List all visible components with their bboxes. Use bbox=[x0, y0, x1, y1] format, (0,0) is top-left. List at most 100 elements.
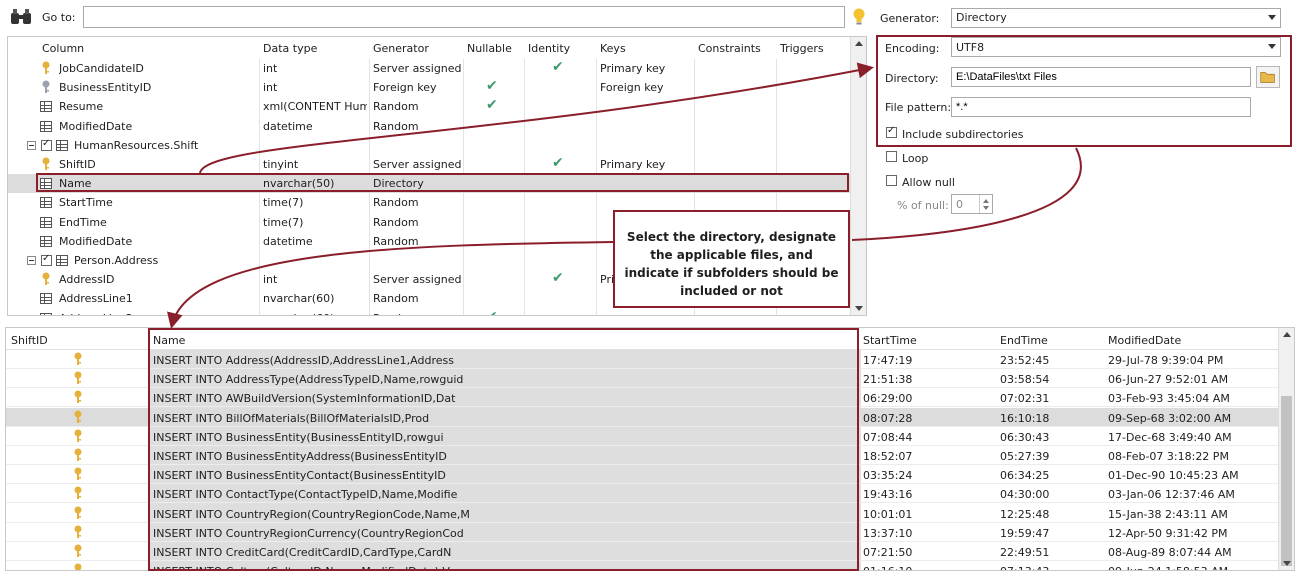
column-name: AddressID bbox=[59, 273, 115, 287]
identity-check-icon: ✔ bbox=[552, 270, 564, 287]
name-column-preview-highlight bbox=[148, 328, 859, 571]
column-name: JobCandidateID bbox=[59, 62, 144, 75]
table-include-checkbox[interactable] bbox=[41, 138, 52, 151]
column-name: AddressLine1 bbox=[59, 292, 133, 306]
primary-key-icon bbox=[42, 61, 50, 74]
data-modified-cell: 03-Feb-93 3:45:04 AM bbox=[1108, 392, 1230, 406]
column-datatype: datetime bbox=[263, 234, 313, 248]
data-endtime-cell: 22:49:51 bbox=[1000, 546, 1050, 559]
data-modified-cell: 08-Aug-89 8:07:44 AM bbox=[1108, 546, 1232, 559]
data-col-header-starttime[interactable]: StartTime bbox=[863, 334, 917, 347]
data-scroll-thumb[interactable] bbox=[1281, 396, 1292, 566]
primary-key-icon bbox=[74, 390, 82, 404]
nullable-check-icon: ✔ bbox=[486, 97, 498, 114]
column-keys: Primary key bbox=[600, 158, 666, 171]
directory-input[interactable] bbox=[951, 67, 1251, 87]
data-starttime-cell: 07:21:50 bbox=[863, 546, 913, 559]
directory-label: Directory: bbox=[885, 72, 939, 85]
collapse-icon[interactable] bbox=[27, 140, 36, 150]
data-col-header-modifieddate[interactable]: ModifiedDate bbox=[1108, 334, 1181, 347]
column-icon bbox=[40, 216, 52, 228]
include-subdirectories-checkbox[interactable] bbox=[886, 125, 897, 138]
table-include-checkbox[interactable] bbox=[41, 253, 52, 266]
data-grid-scrollbar[interactable] bbox=[1278, 328, 1294, 570]
schema-column-row[interactable]: ShiftID tinyint Server assigned ✔ Primary ke… bbox=[8, 155, 853, 174]
column-generator: Foreign key bbox=[373, 81, 437, 95]
primary-key-icon bbox=[74, 371, 82, 385]
data-modified-cell: 01-Dec-90 10:45:23 AM bbox=[1108, 469, 1239, 483]
column-datatype: int bbox=[263, 62, 278, 75]
encoding-select[interactable]: UTF8 bbox=[951, 37, 1281, 57]
col-header-datatype[interactable]: Data type bbox=[263, 42, 317, 55]
data-endtime-cell: 23:52:45 bbox=[1000, 354, 1050, 367]
column-generator: Random bbox=[373, 234, 419, 248]
schema-grid-scrollbar[interactable] bbox=[850, 37, 866, 315]
column-icon bbox=[40, 312, 52, 315]
column-icon bbox=[40, 120, 52, 132]
data-modified-cell: 17-Dec-68 3:49:40 AM bbox=[1108, 430, 1232, 444]
schema-column-row[interactable]: ModifiedDate datetime Random bbox=[8, 117, 853, 136]
binoculars-icon[interactable] bbox=[10, 9, 32, 25]
column-name: ModifiedDate bbox=[59, 234, 133, 248]
data-starttime-cell: 03:35:24 bbox=[863, 469, 913, 483]
data-col-header-endtime[interactable]: EndTime bbox=[1000, 334, 1048, 347]
lightbulb-icon[interactable] bbox=[852, 8, 866, 26]
goto-input[interactable] bbox=[83, 6, 845, 28]
column-keys: Foreign key bbox=[600, 81, 664, 95]
scroll-up-icon[interactable] bbox=[855, 41, 863, 46]
browse-folder-button[interactable] bbox=[1256, 66, 1280, 88]
file-pattern-input[interactable] bbox=[951, 97, 1251, 117]
column-datatype: datetime bbox=[263, 119, 313, 133]
callout-text: Select the directory, designate the appl… bbox=[624, 230, 839, 298]
nullable-check-icon: ✔ bbox=[486, 309, 498, 315]
data-modified-cell: 09-Jun-24 1:58:53 AM bbox=[1108, 565, 1228, 570]
primary-key-icon bbox=[74, 525, 82, 538]
schema-table-row[interactable]: HumanResources.Shift bbox=[8, 136, 853, 155]
schema-column-row[interactable]: BusinessEntityID int Foreign key ✔ Foreign k… bbox=[8, 78, 853, 97]
collapse-icon[interactable] bbox=[27, 256, 36, 265]
generator-select[interactable]: Directory bbox=[951, 8, 1281, 28]
column-generator: Random bbox=[373, 100, 419, 114]
data-scroll-up-icon[interactable] bbox=[1283, 332, 1291, 337]
loop-checkbox[interactable] bbox=[886, 151, 897, 162]
data-modified-cell: 09-Sep-68 3:02:00 AM bbox=[1108, 411, 1232, 425]
generator-label: Generator: bbox=[880, 12, 940, 25]
stepper-down-icon[interactable] bbox=[983, 206, 989, 210]
column-icon bbox=[40, 197, 52, 209]
generator-dropdown-icon[interactable] bbox=[1268, 15, 1276, 20]
percent-null-stepper[interactable]: 0 bbox=[951, 194, 993, 214]
column-generator: Server assigned bbox=[373, 158, 461, 171]
col-header-constraints[interactable]: Constraints bbox=[698, 42, 761, 55]
col-header-triggers[interactable]: Triggers bbox=[780, 42, 824, 55]
data-col-header-shiftid[interactable]: ShiftID bbox=[11, 334, 48, 347]
identity-check-icon: ✔ bbox=[552, 59, 564, 75]
schema-column-row[interactable]: Resume xml(CONTENT Hum... Random ✔ bbox=[8, 97, 853, 116]
data-modified-cell: 29-Jul-78 9:39:04 PM bbox=[1108, 354, 1224, 367]
column-generator: Random bbox=[373, 196, 419, 210]
data-starttime-cell: 13:37:10 bbox=[863, 526, 913, 540]
data-starttime-cell: 19:43:16 bbox=[863, 488, 913, 502]
schema-column-row[interactable]: JobCandidateID int Server assigned ✔ Primary… bbox=[8, 59, 853, 78]
data-starttime-cell: 18:52:07 bbox=[863, 450, 913, 463]
data-modified-cell: 08-Feb-07 3:18:22 PM bbox=[1108, 450, 1229, 463]
col-header-keys[interactable]: Keys bbox=[600, 42, 626, 55]
column-generator: Random bbox=[373, 215, 419, 229]
data-starttime-cell: 17:47:19 bbox=[863, 354, 913, 367]
data-scroll-down-icon[interactable] bbox=[1283, 561, 1291, 566]
allow-null-checkbox[interactable] bbox=[886, 175, 897, 186]
stepper-up-icon[interactable] bbox=[983, 199, 989, 203]
col-header-column[interactable]: Column bbox=[42, 42, 84, 55]
scroll-down-icon[interactable] bbox=[855, 306, 863, 311]
col-header-identity[interactable]: Identity bbox=[528, 42, 570, 55]
data-starttime-cell: 06:29:00 bbox=[863, 392, 913, 406]
encoding-dropdown-icon[interactable] bbox=[1268, 44, 1276, 49]
column-name: ShiftID bbox=[59, 158, 96, 171]
schema-column-row[interactable]: AddressLine2 nvarchar(60) Random ✔ bbox=[8, 309, 853, 315]
column-datatype: time(7) bbox=[263, 215, 304, 229]
foreign-key-icon bbox=[42, 80, 50, 94]
col-header-nullable[interactable]: Nullable bbox=[467, 42, 512, 55]
column-datatype: xml(CONTENT Hum... bbox=[263, 100, 367, 114]
generator-value: Directory bbox=[956, 11, 1007, 24]
col-header-generator[interactable]: Generator bbox=[373, 42, 429, 55]
column-icon bbox=[40, 293, 52, 305]
